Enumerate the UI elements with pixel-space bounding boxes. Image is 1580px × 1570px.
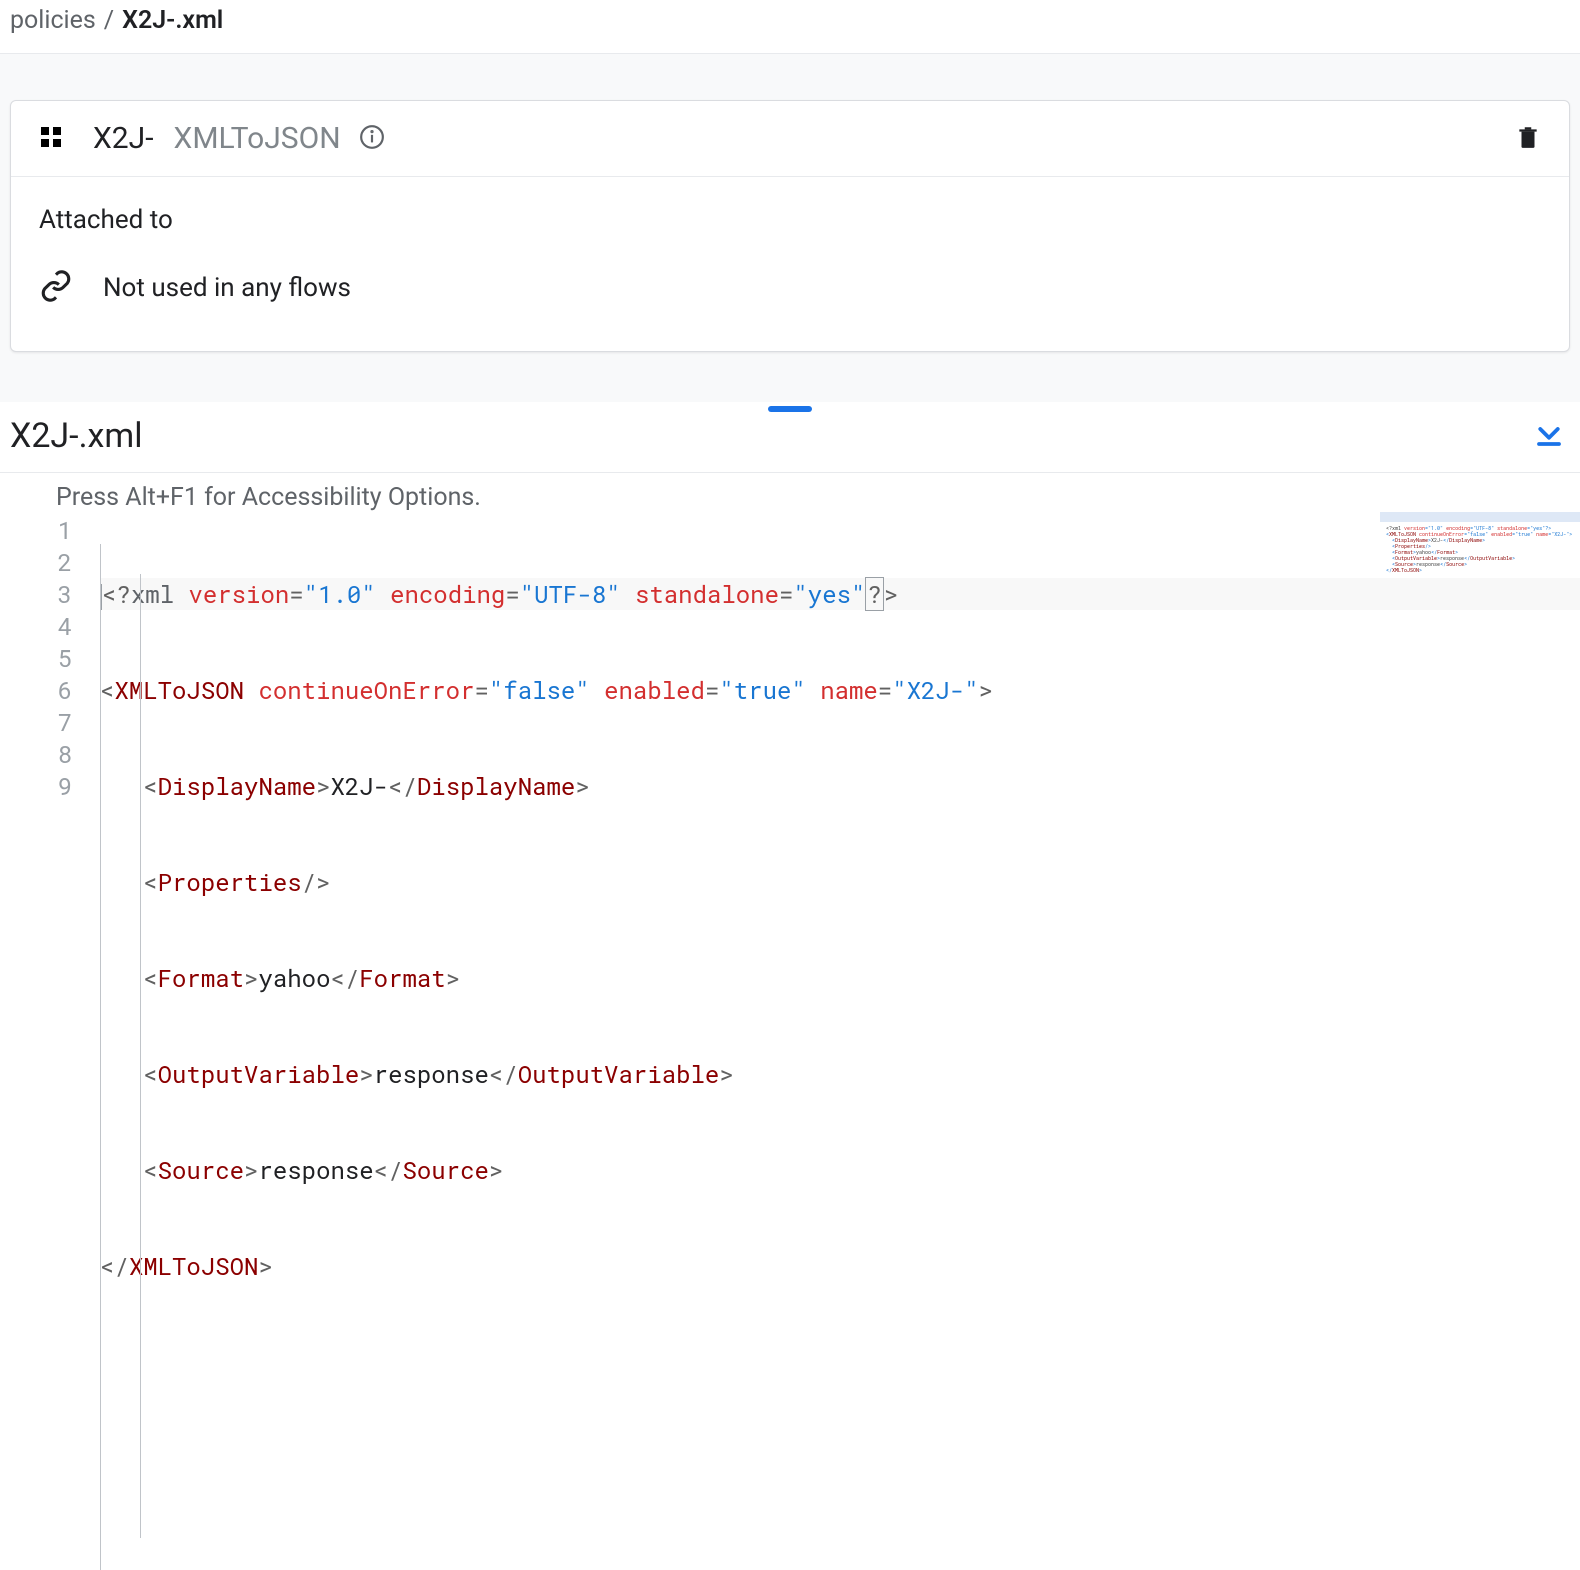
minimap[interactable]: <?xml version="1.0" encoding="UTF-8" sta… (1386, 514, 1574, 580)
breadcrumb-folder[interactable]: policies (10, 6, 96, 35)
code-line[interactable]: <DisplayName>X2J-</DisplayName> (100, 770, 1580, 802)
attached-to-label: Attached to (39, 205, 1541, 235)
policy-card: X2J- XMLToJSON Attached to Not used in a… (10, 100, 1570, 352)
code-editor[interactable]: 1 2 3 4 5 6 7 8 9 <?xml version="1.0" en… (0, 514, 1580, 1570)
info-icon[interactable] (359, 124, 385, 154)
code-line[interactable]: <OutputVariable>response</OutputVariable… (100, 1058, 1580, 1090)
attached-to-row: Not used in any flows (39, 269, 1541, 307)
policy-card-header: X2J- XMLToJSON (11, 101, 1569, 177)
code-line[interactable]: <Source>response</Source> (100, 1154, 1580, 1186)
breadcrumb: policies / X2J-.xml (0, 0, 1580, 53)
policy-type-label: XMLToJSON (174, 121, 341, 156)
code-line[interactable]: <XMLToJSON continueOnError="false" enabl… (100, 674, 1580, 706)
link-icon (39, 269, 73, 307)
line-number-gutter: 1 2 3 4 5 6 7 8 9 (0, 514, 100, 1570)
panel-resize-handle[interactable] (768, 406, 812, 412)
code-line[interactable]: <?xml version="1.0" encoding="UTF-8" sta… (100, 578, 1580, 610)
delete-icon[interactable] (1515, 122, 1541, 156)
policy-name: X2J- (93, 121, 154, 156)
collapse-editor-icon[interactable] (1534, 419, 1564, 453)
code-line[interactable] (100, 1346, 1580, 1378)
code-line[interactable]: </XMLToJSON> (100, 1250, 1580, 1282)
code-content[interactable]: <?xml version="1.0" encoding="UTF-8" sta… (100, 514, 1580, 1570)
breadcrumb-file: X2J-.xml (122, 6, 223, 35)
panel-resize-row (0, 402, 1580, 412)
policy-card-body: Attached to Not used in any flows (11, 177, 1569, 351)
editor-header: X2J-.xml (0, 412, 1580, 473)
breadcrumb-separator: / (104, 6, 114, 35)
editor-title: X2J-.xml (10, 416, 143, 456)
policy-detail-area: X2J- XMLToJSON Attached to Not used in a… (0, 53, 1580, 402)
drag-handle-icon[interactable] (39, 125, 67, 153)
code-line[interactable]: <Format>yahoo</Format> (100, 962, 1580, 994)
code-line[interactable]: <Properties/> (100, 866, 1580, 898)
attached-to-text: Not used in any flows (103, 273, 351, 303)
accessibility-hint: Press Alt+F1 for Accessibility Options. (0, 473, 1580, 514)
